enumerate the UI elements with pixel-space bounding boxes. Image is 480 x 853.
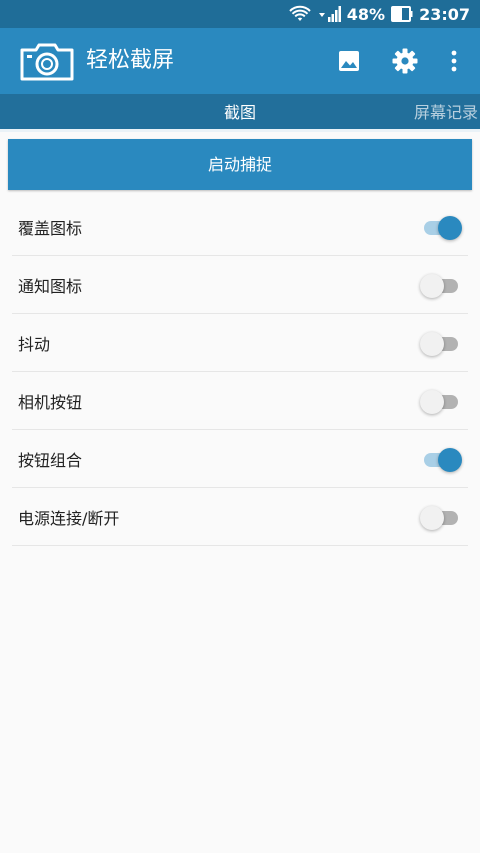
tab-screenshot[interactable]: 截图 (160, 94, 320, 129)
shake-toggle[interactable] (420, 331, 462, 356)
app-bar: 轻松截屏 (0, 28, 480, 94)
status-time: 23:07 (419, 4, 470, 24)
setting-button-combo[interactable]: 按钮组合 (12, 430, 468, 488)
battery-icon (391, 6, 413, 22)
camera-icon (19, 42, 75, 86)
tab-screen-record[interactable]: 屏幕记录 (414, 94, 478, 129)
tab-indicator (0, 129, 480, 132)
toggle-thumb (420, 505, 444, 530)
setting-shake[interactable]: 抖动 (12, 314, 468, 372)
setting-power-connect[interactable]: 电源连接/断开 (12, 488, 468, 546)
setting-label: 电源连接/断开 (18, 508, 120, 528)
wifi-icon (289, 5, 311, 23)
signal-icon (317, 5, 341, 23)
toggle-thumb (420, 273, 444, 298)
more-vert-icon[interactable] (438, 45, 470, 77)
setting-label: 按钮组合 (18, 450, 83, 470)
toggle-thumb (420, 331, 444, 356)
camera-button-toggle[interactable] (420, 389, 462, 414)
toggle-thumb (438, 215, 462, 240)
setting-label: 相机按钮 (18, 392, 83, 412)
setting-label: 通知图标 (18, 276, 83, 296)
settings-list: 覆盖图标 通知图标 抖动 相机按钮 按钮组合 电源连接/断开 (12, 198, 468, 546)
setting-label: 抖动 (18, 334, 51, 354)
toggle-thumb (420, 389, 444, 414)
setting-label: 覆盖图标 (18, 218, 83, 238)
setting-camera-button[interactable]: 相机按钮 (12, 372, 468, 430)
toggle-thumb (438, 447, 462, 472)
setting-overlay-icon[interactable]: 覆盖图标 (12, 198, 468, 256)
tab-bar: 截图 屏幕记录 (0, 94, 480, 132)
start-capture-button[interactable]: 启动捕捉 (8, 139, 472, 190)
overlay-icon-toggle[interactable] (420, 215, 462, 240)
gallery-icon[interactable] (333, 45, 365, 77)
status-indicators: 48% 23:07 (289, 0, 470, 28)
app-title: 轻松截屏 (86, 48, 175, 73)
settings-icon[interactable] (389, 45, 421, 77)
notification-icon-toggle[interactable] (420, 273, 462, 298)
status-bar: 48% 23:07 (0, 0, 480, 28)
battery-percent: 48% (346, 4, 386, 24)
button-combo-toggle[interactable] (420, 447, 462, 472)
power-connect-toggle[interactable] (420, 505, 462, 530)
setting-notification-icon[interactable]: 通知图标 (12, 256, 468, 314)
